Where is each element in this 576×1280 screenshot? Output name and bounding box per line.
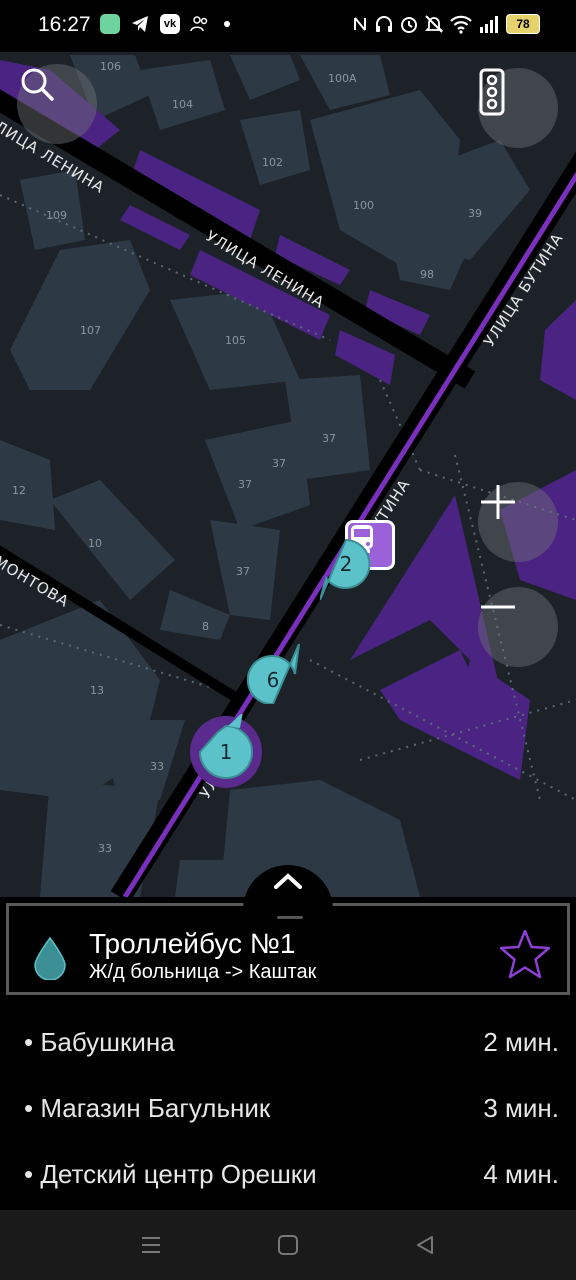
stop-time: 2 мин. <box>483 1027 559 1057</box>
headset-icon <box>376 16 392 32</box>
stop-row[interactable]: • Магазин Багульник 3 мин. <box>0 1093 576 1143</box>
back-button[interactable] <box>410 1230 440 1260</box>
map-view[interactable]: УЛИЦА ЛЕНИНА УЛИЦА ЛЕНИНА УЛИЦА БУТИНА Б… <box>0 52 576 897</box>
vehicle-marker[interactable]: 6 <box>247 644 300 706</box>
telegram-icon <box>132 16 148 32</box>
house-number: 102 <box>262 156 283 169</box>
route-direction: Ж/д больница -> Каштак <box>89 961 317 983</box>
status-time: 16:27 <box>38 13 91 36</box>
status-bar: 16:27 vk 78 <box>0 0 576 52</box>
house-number: 8 <box>202 620 209 633</box>
home-button[interactable] <box>273 1230 303 1260</box>
vehicle-marker-label: 1 <box>219 740 233 764</box>
search-button[interactable] <box>17 64 97 144</box>
vehicle-marker-label: 6 <box>266 668 280 692</box>
battery-icon: 78 <box>506 14 540 34</box>
status-right-icons: 78 <box>352 14 540 34</box>
chevron-up-icon <box>274 873 302 889</box>
vehicle-marker-label: 2 <box>339 552 353 576</box>
house-number: 100А <box>328 72 357 85</box>
bottom-sheet: Троллейбус №1 Ж/д больница -> Каштак • Б… <box>0 897 576 1210</box>
house-number: 106 <box>100 60 121 73</box>
house-number: 107 <box>80 324 101 337</box>
wifi-icon <box>450 15 472 34</box>
search-icon <box>21 68 54 101</box>
navigation-bar <box>0 1210 576 1280</box>
house-number: 33 <box>98 842 112 855</box>
route-title: Троллейбус №1 <box>89 928 296 959</box>
app-icon <box>100 14 120 34</box>
menu-icon <box>142 1237 160 1253</box>
home-icon <box>278 1235 298 1255</box>
stop-name: • Детский центр Орешки <box>24 1159 317 1189</box>
minus-icon <box>481 605 515 609</box>
drop-icon <box>34 936 66 980</box>
house-number: 37 <box>238 478 252 491</box>
dot-icon <box>224 21 230 27</box>
zoom-in-button[interactable] <box>478 482 558 562</box>
vk-icon: vk <box>160 14 180 34</box>
signal-icon <box>480 16 498 33</box>
stop-time: 3 мин. <box>483 1093 559 1123</box>
stop-time: 4 мин. <box>483 1159 559 1189</box>
vehicle-marker[interactable]: 2 <box>320 538 372 600</box>
house-number: 37 <box>272 457 286 470</box>
stop-name: • Бабушкина <box>24 1027 175 1057</box>
house-number: 37 <box>236 565 250 578</box>
house-number: 12 <box>12 484 26 497</box>
alarm-icon <box>401 17 417 33</box>
house-number: 98 <box>420 268 434 281</box>
house-number: 33 <box>150 760 164 773</box>
star-icon[interactable] <box>499 928 551 980</box>
nfc-icon <box>354 17 366 31</box>
status-left-icons: vk <box>100 14 234 34</box>
zoom-out-button[interactable] <box>478 587 558 667</box>
route-card[interactable]: Троллейбус №1 Ж/д больница -> Каштак <box>6 903 570 995</box>
stop-row[interactable]: • Бабушкина 2 мин. <box>0 1027 576 1077</box>
house-number: 10 <box>88 537 102 550</box>
house-number: 109 <box>46 209 67 222</box>
users-icon <box>190 16 208 32</box>
house-number: 104 <box>172 98 193 111</box>
mute-icon <box>425 15 443 33</box>
traffic-button[interactable] <box>478 68 558 148</box>
house-number: 105 <box>225 334 246 347</box>
menu-button[interactable] <box>136 1230 166 1260</box>
house-number: 13 <box>90 684 104 697</box>
back-icon <box>417 1236 433 1254</box>
house-number: 100 <box>353 199 374 212</box>
traffic-light-icon <box>479 68 505 116</box>
plus-icon <box>481 485 515 519</box>
vehicle-marker-selected[interactable]: 1 <box>190 714 262 788</box>
house-number: 39 <box>468 207 482 220</box>
drag-handle[interactable] <box>277 916 303 919</box>
stop-name: • Магазин Багульник <box>24 1093 271 1123</box>
house-number: 37 <box>322 432 336 445</box>
stop-row[interactable]: • Детский центр Орешки 4 мин. <box>0 1159 576 1209</box>
